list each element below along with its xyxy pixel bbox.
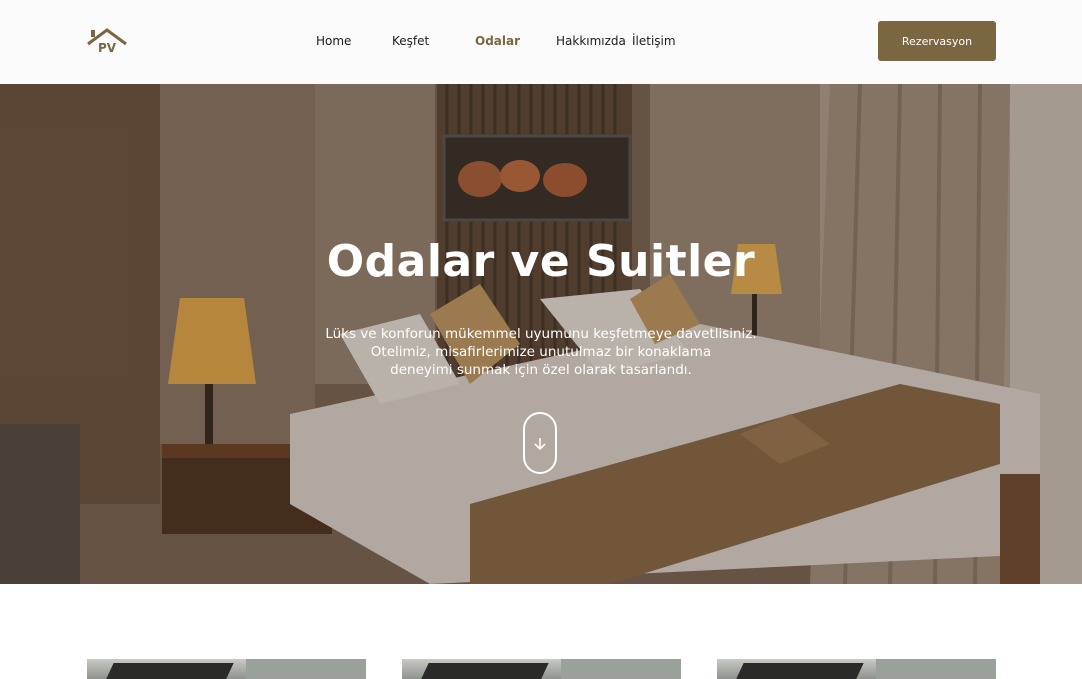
reservation-button[interactable]: Rezervasyon (878, 21, 996, 61)
page-title: Odalar ve Suitler (326, 236, 756, 287)
nav-item-home[interactable]: Home (316, 34, 351, 48)
house-roof-icon[interactable]: PV (86, 26, 130, 56)
room-card[interactable] (402, 659, 681, 679)
site-header: PV Home Keşfet Odalar Hakkımızda İletişi… (0, 0, 1082, 85)
nav-item-hakkimizda[interactable]: Hakkımızda (556, 34, 626, 48)
room-card[interactable] (717, 659, 996, 679)
nav-item-kesfet[interactable]: Keşfet (392, 34, 429, 48)
nav-item-odalar[interactable]: Odalar (475, 34, 520, 48)
hero-section: Odalar ve Suitler Lüks ve konforun mükem… (0, 84, 1082, 584)
nav-item-iletisim[interactable]: İletişim (632, 34, 676, 48)
scroll-down-button[interactable] (523, 412, 557, 474)
logo-text: PV (98, 41, 117, 55)
hero-description-line-2: Otelimiz, misafirlerimize unutulmaz bir … (370, 344, 712, 360)
hero-description-line-1: Lüks ve konforun mükemmel uyumunu keşfet… (325, 326, 757, 342)
room-card[interactable] (87, 659, 366, 679)
hero-description-line-3: deneyimi sunmak için özel olarak tasarla… (390, 362, 692, 378)
arrow-down-icon (534, 438, 546, 451)
